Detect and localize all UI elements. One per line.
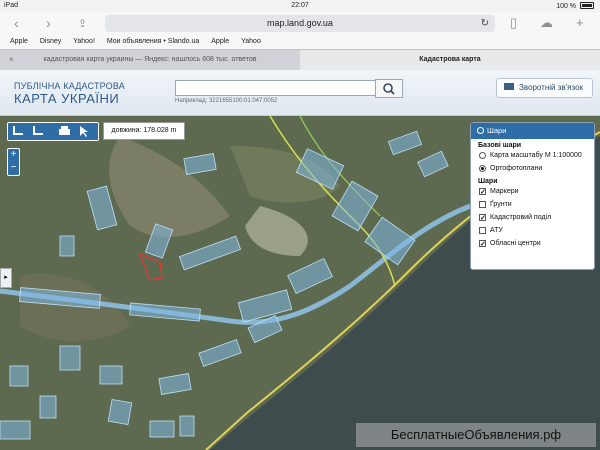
tab-label: Кадастрова карта xyxy=(419,56,481,63)
print-tool[interactable] xyxy=(56,124,73,138)
parcel xyxy=(99,365,123,385)
tab-label: кадастровая карта украины — Яндекс: нашл… xyxy=(43,56,257,63)
search-hint: Наприклад: 3221655100:01:047:0052 xyxy=(175,98,278,104)
option-label: Ґрунти xyxy=(490,201,512,208)
envelope-icon xyxy=(504,83,514,90)
watermark: БесплатныеОбъявления.рф xyxy=(356,423,596,447)
measure-readout: довжина: 178.028 m xyxy=(103,122,185,140)
layers-panel-header[interactable]: Шари xyxy=(471,123,594,139)
base-layer-option[interactable]: Карта масштабу М 1:100000 xyxy=(471,149,594,162)
parcel xyxy=(59,345,81,371)
overlay-option[interactable]: Ґрунти xyxy=(471,198,594,211)
overlay-option[interactable]: Обласні центри xyxy=(471,237,594,251)
icloud-tabs-icon[interactable]: ☁ xyxy=(540,15,553,31)
option-label: АТУ xyxy=(490,227,503,234)
address-bar[interactable]: map.land.gov.ua ↻ xyxy=(105,15,495,32)
radio-button[interactable] xyxy=(479,165,486,172)
overlay-option[interactable]: Кадастровий поділ xyxy=(471,211,594,225)
bookmark-item[interactable]: Disney xyxy=(40,36,61,48)
cadastral-search-input[interactable] xyxy=(175,80,378,96)
battery-label: 100 % xyxy=(556,3,577,10)
overlay-layers-heading: Шари xyxy=(478,178,498,185)
site-header: ПУБЛІЧНА КАДАСТРОВА КАРТА УКРАЇНИ Наприк… xyxy=(0,70,600,116)
bookmark-item[interactable]: Apple xyxy=(10,36,28,48)
info-tool[interactable] xyxy=(76,124,93,138)
clock: 22:07 xyxy=(291,2,309,9)
option-label: Ортофотоплани xyxy=(490,165,543,172)
forward-icon[interactable]: › xyxy=(46,15,51,31)
battery-icon xyxy=(580,2,594,9)
gear-icon xyxy=(477,127,484,134)
option-label: Маркери xyxy=(490,188,519,195)
bookmark-item[interactable]: Apple xyxy=(211,36,229,48)
checkbox[interactable] xyxy=(479,186,486,199)
bookmark-item[interactable]: Мои объявления • Slando.ua xyxy=(107,36,199,48)
checkbox[interactable] xyxy=(479,238,486,251)
back-icon[interactable]: ‹ xyxy=(14,15,19,31)
zoom-in-button[interactable]: + xyxy=(8,149,19,162)
tab-bar: × кадастровая карта украины — Яндекс: на… xyxy=(0,49,600,71)
parcel xyxy=(0,420,31,440)
base-layer-option[interactable]: Ортофотоплани xyxy=(471,162,594,175)
layers-panel: Шари Базові шари Карта масштабу М 1:1000… xyxy=(470,122,595,270)
parcel xyxy=(9,365,29,387)
url-text: map.land.gov.ua xyxy=(267,18,333,28)
base-layers-heading: Базові шари xyxy=(478,142,522,149)
browser-toolbar: ‹ › ⇪ map.land.gov.ua ↻ ▯ ☁ + xyxy=(0,12,600,36)
share-icon[interactable]: ⇪ xyxy=(78,17,87,30)
overlay-option[interactable]: Маркери xyxy=(471,185,594,199)
bookmark-item[interactable]: Yahoo xyxy=(241,36,261,48)
parcel xyxy=(179,415,195,437)
map-toolbar xyxy=(7,122,99,141)
parcel xyxy=(107,398,133,426)
bookmarks-bar: Apple Disney Yahoo! Мои объявления • Sla… xyxy=(0,36,600,49)
parcel xyxy=(149,420,175,438)
cursor-info-icon xyxy=(80,126,88,137)
search-icon xyxy=(383,83,395,95)
search-button[interactable] xyxy=(375,79,403,98)
bookmark-item[interactable]: Yahoo! xyxy=(73,36,95,48)
checkbox[interactable] xyxy=(479,227,486,234)
reload-icon[interactable]: ↻ xyxy=(481,15,489,32)
site-logo-line1: ПУБЛІЧНА КАДАСТРОВА xyxy=(14,81,125,91)
bookmarks-icon[interactable]: ▯ xyxy=(510,15,517,31)
option-label: Кадастровий поділ xyxy=(490,214,552,221)
parcel xyxy=(59,235,75,257)
measure-area-tool[interactable] xyxy=(30,124,47,138)
close-icon[interactable]: × xyxy=(9,50,14,70)
feedback-label: Зворотній зв'язок xyxy=(519,83,584,92)
tab-cadastral-map[interactable]: ⊕ Кадастрова карта xyxy=(300,50,600,70)
print-icon xyxy=(59,126,70,135)
status-bar: iPad 22:07 100 % xyxy=(0,0,600,12)
zoom-control: + − xyxy=(7,148,20,176)
ruler-icon xyxy=(13,126,23,135)
zoom-out-button[interactable]: − xyxy=(8,162,19,175)
measure-length-tool[interactable] xyxy=(10,124,27,138)
tab-yandex[interactable]: × кадастровая карта украины — Яндекс: на… xyxy=(0,50,300,70)
feedback-button[interactable]: Зворотній зв'язок xyxy=(496,78,593,98)
area-icon xyxy=(33,126,43,135)
layers-panel-title: Шари xyxy=(487,126,507,135)
battery-indicator: 100 % xyxy=(556,2,594,10)
checkbox[interactable] xyxy=(479,212,486,225)
option-label: Обласні центри xyxy=(490,240,541,247)
overlay-option[interactable]: АТУ xyxy=(471,224,594,237)
new-tab-icon[interactable]: + xyxy=(576,15,584,30)
radio-button[interactable] xyxy=(479,152,486,159)
option-label: Карта масштабу М 1:100000 xyxy=(490,152,582,159)
parcel xyxy=(39,395,57,419)
checkbox[interactable] xyxy=(479,201,486,208)
site-logo-line2: КАРТА УКРАЇНИ xyxy=(14,91,120,106)
side-panel-toggle[interactable]: ▸ xyxy=(0,268,12,288)
